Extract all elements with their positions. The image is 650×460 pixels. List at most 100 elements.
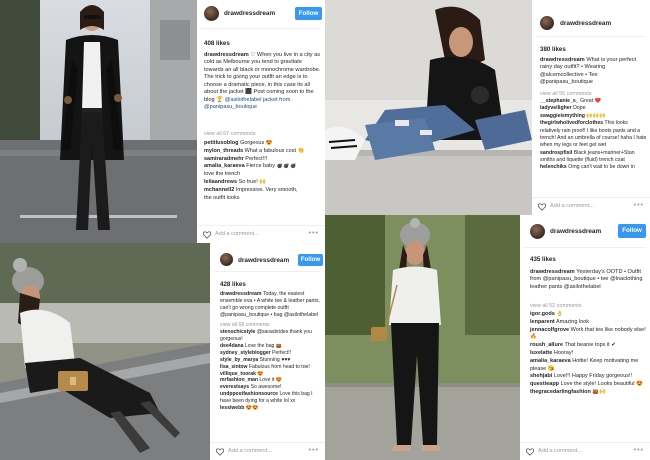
- comment-user[interactable]: __stephanie_s_: [540, 98, 579, 104]
- post-panel-3: drawdressdream Follow 428 likes drawdres…: [210, 243, 325, 460]
- emoji-icon: 😍: [636, 381, 643, 388]
- view-all-comments[interactable]: view all 68 comments: [220, 322, 270, 328]
- emoji-icon: 👏: [297, 147, 305, 154]
- post-username[interactable]: drawdressdream: [238, 257, 289, 264]
- comment-user[interactable]: mrfashion_man: [220, 377, 258, 383]
- comment-user[interactable]: helenchiks: [540, 164, 567, 170]
- comment-user[interactable]: questieapp: [530, 381, 559, 387]
- comment: everestsays So awesome!: [220, 384, 324, 391]
- avatar[interactable]: [220, 253, 233, 266]
- comment-text: Love the bag: [244, 342, 275, 349]
- post-photo-2[interactable]: [325, 0, 532, 215]
- post-1: drawdressdream Follow 408 likes drawdres…: [0, 0, 325, 243]
- heart-icon[interactable]: [216, 448, 224, 456]
- comment-user[interactable]: thegracedarlingfashion: [530, 389, 591, 395]
- likes-count[interactable]: 428 likes: [220, 281, 246, 288]
- view-all-comments[interactable]: view all 52 comments: [530, 303, 582, 309]
- avatar[interactable]: [204, 6, 219, 21]
- more-options-icon[interactable]: •••: [309, 447, 319, 454]
- comment-user[interactable]: ladyveiligher: [540, 105, 572, 111]
- comment-user[interactable]: igor.gods: [530, 311, 555, 317]
- comment-user[interactable]: undppostfashionsource: [220, 391, 278, 397]
- comment: samiraradmehr Perfect!!!: [204, 156, 322, 164]
- comment-user[interactable]: dee4dana: [220, 343, 244, 349]
- comment: thegracedarlingfashion 👜🙌: [530, 389, 646, 397]
- follow-button[interactable]: Follow: [618, 224, 646, 238]
- comment-text: Work that tee like nobody else!: [570, 326, 646, 333]
- comment-text: Perfect!!: [272, 349, 292, 356]
- post-username[interactable]: drawdressdream: [560, 20, 611, 27]
- comment-user[interactable]: mylon_threads: [204, 148, 243, 154]
- comment-user[interactable]: everestsays: [220, 384, 249, 390]
- likes-count[interactable]: 435 likes: [530, 256, 556, 263]
- comment-user[interactable]: shehjabi: [530, 373, 552, 379]
- comment: luxelatte Hooray!: [530, 350, 646, 358]
- comment: style_by_marya Stunning ♥♥♥: [220, 357, 324, 364]
- comment-user[interactable]: leilaandrews: [204, 179, 237, 185]
- add-comment-input[interactable]: Add a comment...: [538, 448, 582, 454]
- comment-user[interactable]: stenochicstyle: [220, 329, 255, 335]
- comment-user[interactable]: swaggieismything: [540, 113, 585, 119]
- comment-user[interactable]: amalia_karaeva: [204, 163, 245, 169]
- heart-icon[interactable]: [538, 203, 546, 211]
- caption-username[interactable]: drawdressdream: [204, 52, 249, 58]
- comment: love the trench: [204, 171, 322, 179]
- comment-user[interactable]: jennacolfgrove: [530, 327, 569, 333]
- comment-user[interactable]: petitluxoblog: [204, 140, 239, 146]
- comment-user[interactable]: villique_toorak: [220, 371, 256, 377]
- comment-user[interactable]: thegirlwholivedforclothes: [540, 120, 603, 126]
- comment-text: Stunning: [259, 356, 280, 363]
- photo-beanie-leather-pants: [325, 215, 520, 460]
- view-all-comments[interactable]: view all 67 comments: [204, 131, 256, 137]
- follow-button[interactable]: Follow: [298, 254, 323, 266]
- comment-user[interactable]: lenparent: [530, 319, 555, 325]
- divider: [214, 271, 321, 272]
- comment-text: So true!: [238, 178, 258, 185]
- avatar[interactable]: [540, 16, 554, 30]
- divider: [524, 247, 646, 248]
- comment: amalia_karaeva Fierce baby 💣💣💣: [204, 163, 322, 171]
- comment-user[interactable]: samiraradmehr: [204, 156, 244, 162]
- likes-count[interactable]: 408 likes: [204, 40, 230, 47]
- comment-user[interactable]: amalia_karaeva: [530, 358, 571, 364]
- add-comment-input[interactable]: Add a comment...: [550, 203, 594, 209]
- likes-count[interactable]: 380 likes: [540, 46, 566, 53]
- avatar[interactable]: [530, 224, 545, 239]
- caption: drawdressdream ♡ When you live in a city…: [204, 52, 322, 112]
- caption-username[interactable]: drawdressdream: [220, 291, 262, 297]
- comment-user[interactable]: sydney_styleblogger: [220, 350, 271, 356]
- post-2: drawdressdream 380 likes drawdressdream …: [325, 0, 650, 215]
- emoji-icon: 😍: [265, 140, 273, 146]
- comment: igor.gods 👌: [530, 311, 646, 319]
- add-comment-input[interactable]: Add a comment...: [215, 231, 259, 237]
- follow-button[interactable]: Follow: [295, 7, 322, 20]
- comment: stenochicstyle @sarasbrides thank you go…: [220, 329, 324, 343]
- post-username[interactable]: drawdressdream: [550, 228, 601, 235]
- post-4: drawdressdream Follow 435 likes drawdres…: [325, 215, 650, 460]
- comment-user[interactable]: luxelatte: [530, 350, 552, 356]
- comment-user[interactable]: sandrospfisil: [540, 150, 572, 156]
- add-comment-input[interactable]: Add a comment...: [228, 448, 272, 454]
- comment-user[interactable]: lessiwebb: [220, 405, 244, 411]
- comment: the outfit looks: [204, 195, 322, 203]
- comment-user[interactable]: style_by_marya: [220, 357, 258, 363]
- comment-user[interactable]: roush_allure: [530, 342, 563, 348]
- more-options-icon[interactable]: •••: [634, 447, 644, 454]
- heart-icon[interactable]: [526, 448, 534, 456]
- post-username[interactable]: drawdressdream: [224, 10, 275, 17]
- post-photo-4[interactable]: [325, 215, 520, 460]
- post-photo-1[interactable]: [0, 0, 197, 243]
- post-photo-3[interactable]: [0, 243, 210, 460]
- comment-text: Perfect!!!: [245, 155, 268, 162]
- heart-icon[interactable]: [203, 231, 211, 239]
- more-options-icon[interactable]: •••: [634, 202, 644, 209]
- caption-username[interactable]: drawdressdream: [540, 57, 585, 63]
- view-all-comments[interactable]: view all 55 comments: [540, 91, 592, 97]
- comment-user[interactable]: mchannell2: [204, 187, 234, 193]
- emoji-icon: 🔥: [530, 334, 537, 341]
- comment-text: Hooray!: [553, 349, 574, 356]
- more-options-icon[interactable]: •••: [309, 230, 319, 237]
- comment-user[interactable]: lisa_sintow: [220, 364, 247, 370]
- comments-list: petitluxoblog Gorgeous 😍 mylon_threads W…: [204, 140, 322, 202]
- caption-username[interactable]: drawdressdream: [530, 269, 575, 275]
